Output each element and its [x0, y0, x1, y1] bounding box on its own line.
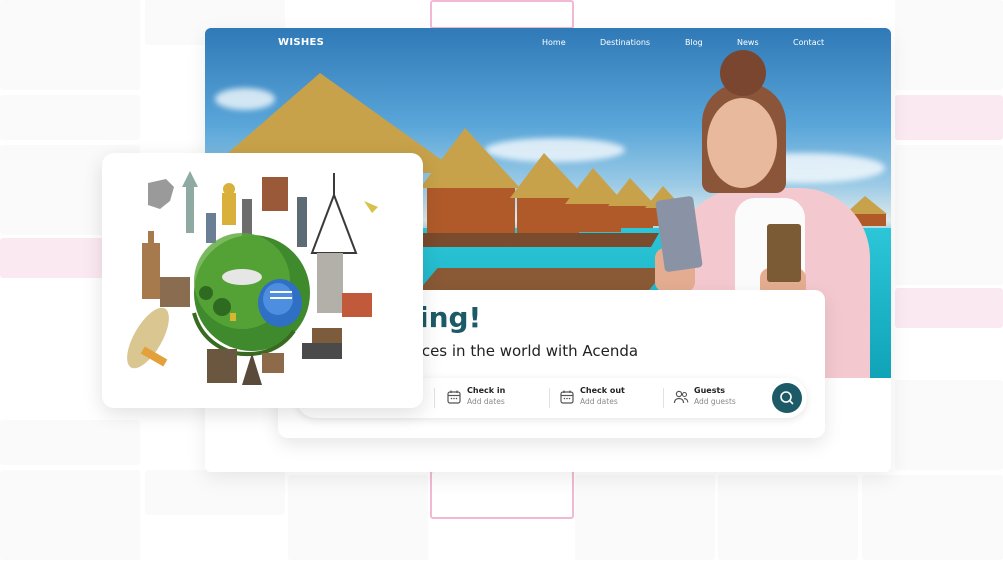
check-out-field[interactable]: Check out Add dates	[559, 386, 659, 410]
hut	[427, 188, 515, 238]
bg-tile	[718, 475, 858, 560]
search-icon	[780, 391, 794, 405]
search-button[interactable]	[772, 383, 802, 413]
guests-label: Guests	[694, 386, 726, 395]
nav-contact[interactable]: Contact	[793, 38, 824, 47]
top-navigation: WISHES Home Destinations Blog News Conta…	[205, 28, 891, 58]
bg-tile	[0, 420, 140, 465]
hut-roof	[420, 128, 520, 188]
guests-placeholder: Add guests	[694, 397, 736, 406]
check-in-field[interactable]: Check in Add dates	[446, 386, 546, 410]
guests-icon	[673, 390, 689, 404]
check-out-label: Check out	[580, 386, 625, 395]
guests-field[interactable]: Guests Add guests	[673, 386, 763, 410]
hero-subtitle: l places in the world with Acenda	[390, 342, 639, 360]
bg-tile	[895, 145, 1003, 285]
nav-news[interactable]: News	[737, 38, 759, 47]
bg-tile	[0, 470, 140, 560]
hut	[613, 206, 653, 228]
bg-tile-highlight	[430, 0, 574, 29]
bg-tile	[895, 380, 1003, 470]
bg-tile	[0, 95, 140, 140]
destinations-image-card	[102, 153, 423, 408]
bg-tile	[288, 475, 428, 560]
divider	[549, 388, 550, 408]
woman-face	[707, 98, 777, 188]
site-logo[interactable]: WISHES	[278, 37, 324, 48]
bg-tile	[895, 288, 1003, 328]
world-landmarks-illustration	[127, 171, 378, 385]
nav-home[interactable]: Home	[542, 38, 566, 47]
nav-destinations[interactable]: Destinations	[600, 38, 650, 47]
coffee-cup-icon	[767, 224, 801, 282]
calendar-icon	[560, 390, 574, 404]
bg-tile	[0, 0, 140, 90]
divider	[434, 388, 435, 408]
bg-tile	[575, 475, 715, 560]
check-in-placeholder: Add dates	[467, 397, 505, 406]
bg-tile	[895, 0, 1003, 90]
check-in-label: Check in	[467, 386, 506, 395]
check-out-placeholder: Add dates	[580, 397, 618, 406]
calendar-icon	[447, 390, 461, 404]
bg-tile	[145, 470, 285, 515]
bg-tile-highlight	[430, 470, 574, 519]
pier	[410, 233, 660, 247]
nav-blog[interactable]: Blog	[685, 38, 703, 47]
bg-tile	[895, 95, 1003, 140]
bg-tile	[862, 475, 1003, 560]
divider	[663, 388, 664, 408]
